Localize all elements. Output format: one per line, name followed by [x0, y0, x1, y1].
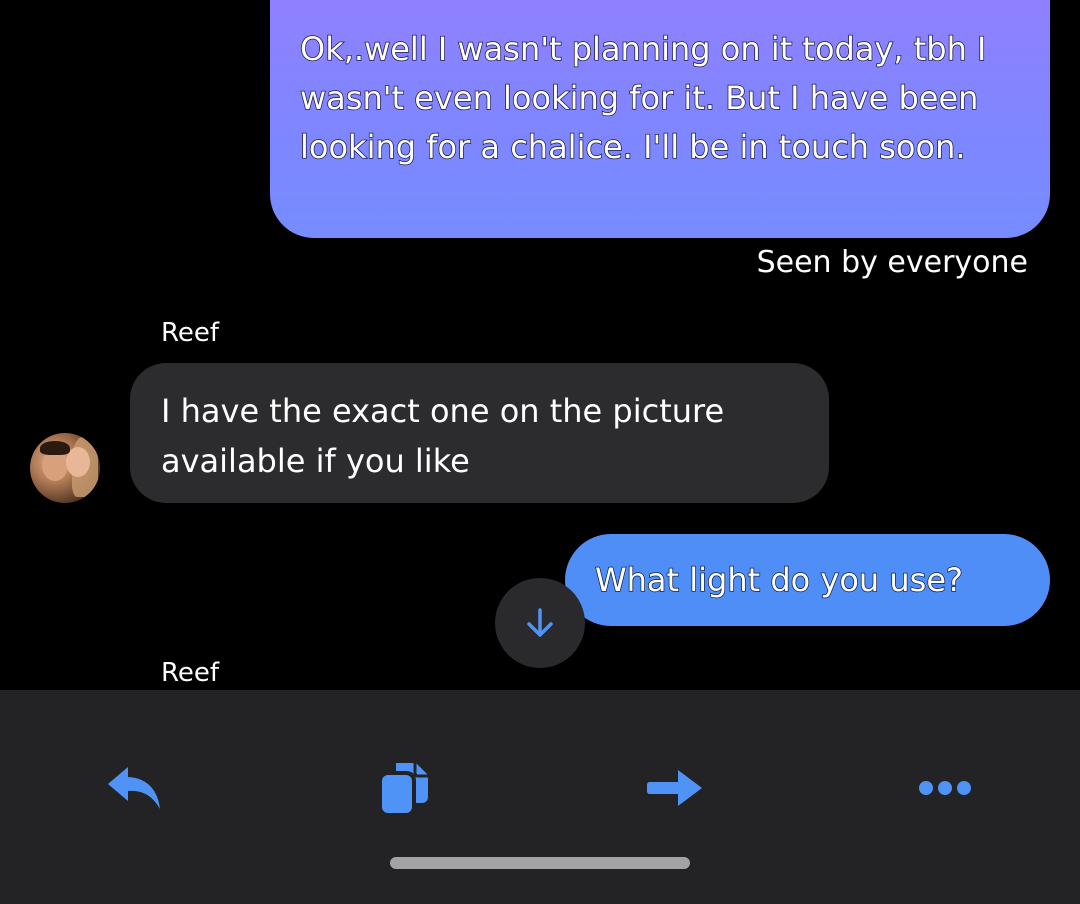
- outgoing-message-text: What light do you use?: [594, 560, 964, 600]
- avatar[interactable]: [30, 433, 100, 503]
- reply-icon: [108, 767, 160, 809]
- reply-button[interactable]: [97, 750, 173, 826]
- forward-button[interactable]: [638, 750, 714, 826]
- sender-name: Reef: [161, 658, 220, 688]
- home-indicator[interactable]: [390, 857, 690, 869]
- outgoing-message-bubble[interactable]: Ok,.well I wasn't planning on it today, …: [270, 0, 1050, 238]
- incoming-message-bubble[interactable]: I have the exact one on the picture avai…: [130, 363, 829, 503]
- more-options-button[interactable]: [907, 750, 983, 826]
- forward-icon: [647, 770, 702, 806]
- more-icon: [919, 781, 971, 795]
- message-action-toolbar: [0, 690, 1080, 904]
- seen-status: Seen by everyone: [756, 245, 1028, 280]
- incoming-message-text: I have the exact one on the picture avai…: [161, 392, 725, 480]
- copy-button[interactable]: [367, 750, 443, 826]
- arrow-down-icon: [527, 608, 553, 637]
- copy-icon: [382, 763, 428, 813]
- outgoing-message-text: Ok,.well I wasn't planning on it today, …: [299, 29, 987, 167]
- outgoing-message-bubble[interactable]: What light do you use?: [565, 534, 1050, 626]
- sender-name: Reef: [161, 318, 220, 348]
- scroll-to-bottom-button[interactable]: [495, 578, 585, 668]
- message-thread[interactable]: Ok,.well I wasn't planning on it today, …: [0, 0, 1080, 690]
